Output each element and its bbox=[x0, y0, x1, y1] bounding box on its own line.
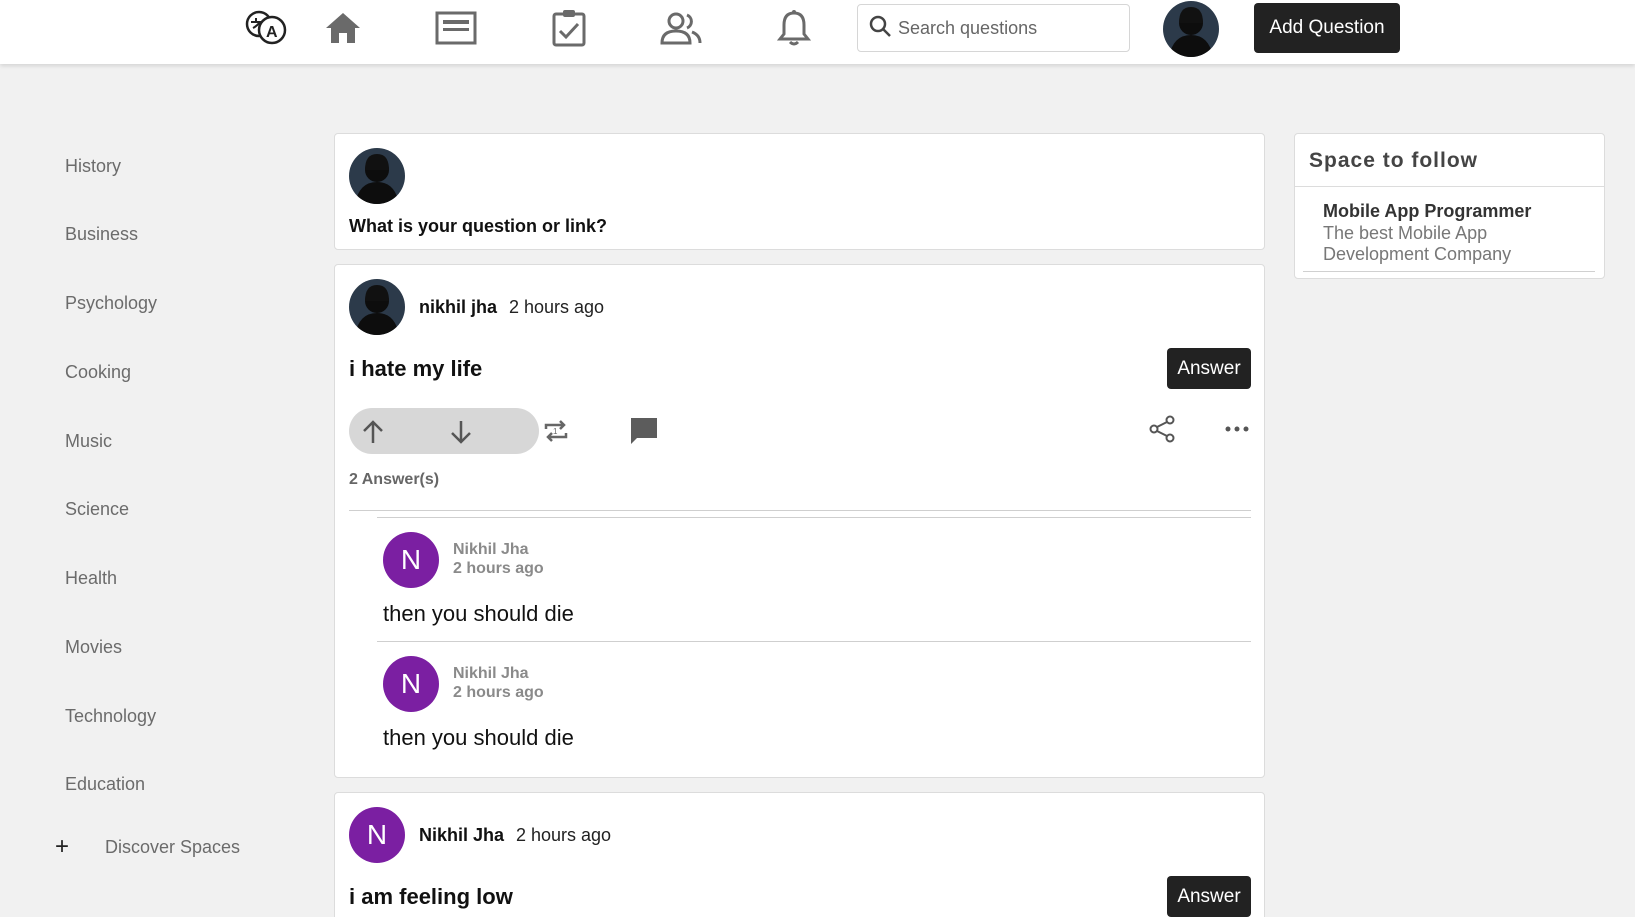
question-title[interactable]: i am feeling low bbox=[349, 884, 513, 910]
sidebar-item-movies[interactable]: Movies bbox=[65, 637, 122, 658]
home-icon[interactable] bbox=[320, 6, 366, 50]
question-post: N Nikhil Jha 2 hours ago i am feeling lo… bbox=[334, 792, 1265, 917]
question-post: nikhil jha 2 hours ago i hate my life An… bbox=[334, 264, 1265, 778]
answer-text: then you should die bbox=[383, 601, 574, 626]
sidebar-item-music[interactable]: Music bbox=[65, 431, 112, 452]
discover-spaces-link[interactable]: + Discover Spaces bbox=[55, 833, 240, 861]
post-author[interactable]: Nikhil Jha bbox=[419, 825, 504, 846]
divider bbox=[1303, 271, 1595, 272]
sidebar-item-psychology[interactable]: Psychology bbox=[65, 293, 157, 314]
svg-text:1: 1 bbox=[553, 427, 558, 436]
comment-icon[interactable] bbox=[627, 414, 661, 448]
ask-question-prompt[interactable]: What is your question or link? bbox=[349, 216, 607, 237]
sidebar-item-business[interactable]: Business bbox=[65, 224, 138, 245]
answer-avatar: N bbox=[383, 656, 439, 712]
sidebar-item-education[interactable]: Education bbox=[65, 774, 145, 795]
top-navbar: A Add Question bbox=[0, 0, 1635, 64]
post-time: 2 hours ago bbox=[509, 297, 605, 317]
answer-button[interactable]: Answer bbox=[1167, 876, 1251, 917]
svg-text:A: A bbox=[266, 24, 278, 41]
widget-title: Space to follow bbox=[1309, 149, 1479, 172]
tasks-icon[interactable] bbox=[546, 6, 592, 50]
share-icon[interactable] bbox=[1145, 412, 1179, 446]
avatar bbox=[349, 148, 405, 204]
sidebar-item-history[interactable]: History bbox=[65, 156, 121, 177]
search-icon bbox=[868, 14, 892, 43]
discover-spaces-label: Discover Spaces bbox=[105, 836, 241, 857]
sidebar-item-technology[interactable]: Technology bbox=[65, 706, 156, 727]
search-input[interactable] bbox=[898, 17, 1118, 39]
downvote-icon[interactable] bbox=[445, 416, 477, 448]
answer-author[interactable]: Nikhil Jha bbox=[453, 541, 529, 559]
sidebar-item-science[interactable]: Science bbox=[65, 499, 129, 520]
vote-pill bbox=[349, 408, 539, 454]
answer-button[interactable]: Answer bbox=[1167, 348, 1251, 389]
sidebar-item-cooking[interactable]: Cooking bbox=[65, 362, 131, 383]
answer-time: 2 hours ago bbox=[453, 560, 544, 577]
avatar bbox=[349, 279, 405, 335]
plus-icon: + bbox=[55, 833, 70, 860]
divider bbox=[377, 641, 1251, 642]
spaces-widget: Space to follow Mobile App Programmer Th… bbox=[1294, 133, 1605, 279]
translate-icon[interactable]: A bbox=[243, 6, 289, 50]
ask-question-box[interactable]: What is your question or link? bbox=[334, 133, 1265, 250]
answer-author[interactable]: Nikhil Jha bbox=[453, 665, 529, 683]
post-author[interactable]: nikhil jha bbox=[419, 297, 497, 318]
space-link[interactable]: Mobile App Programmer bbox=[1323, 201, 1531, 222]
divider bbox=[1295, 186, 1604, 187]
sidebar-item-health[interactable]: Health bbox=[65, 568, 117, 589]
search-box[interactable] bbox=[857, 4, 1130, 52]
answer-avatar: N bbox=[383, 532, 439, 588]
post-time: 2 hours ago bbox=[516, 825, 612, 845]
repost-icon[interactable]: 1 bbox=[539, 414, 573, 448]
divider bbox=[377, 517, 1251, 518]
avatar: N bbox=[349, 807, 405, 863]
people-icon[interactable] bbox=[658, 6, 704, 50]
question-title[interactable]: i hate my life bbox=[349, 356, 482, 382]
bell-icon[interactable] bbox=[771, 6, 817, 50]
space-description: The best Mobile App Development Company bbox=[1323, 223, 1512, 264]
answer-time: 2 hours ago bbox=[453, 684, 544, 701]
answer-count: 2 Answer(s) bbox=[349, 471, 440, 488]
upvote-icon[interactable] bbox=[357, 416, 389, 448]
answer-text: then you should die bbox=[383, 725, 574, 750]
user-avatar[interactable] bbox=[1163, 1, 1219, 57]
news-icon[interactable] bbox=[433, 6, 479, 50]
more-icon[interactable] bbox=[1220, 412, 1254, 446]
divider bbox=[349, 510, 1251, 511]
add-question-button[interactable]: Add Question bbox=[1254, 3, 1400, 53]
